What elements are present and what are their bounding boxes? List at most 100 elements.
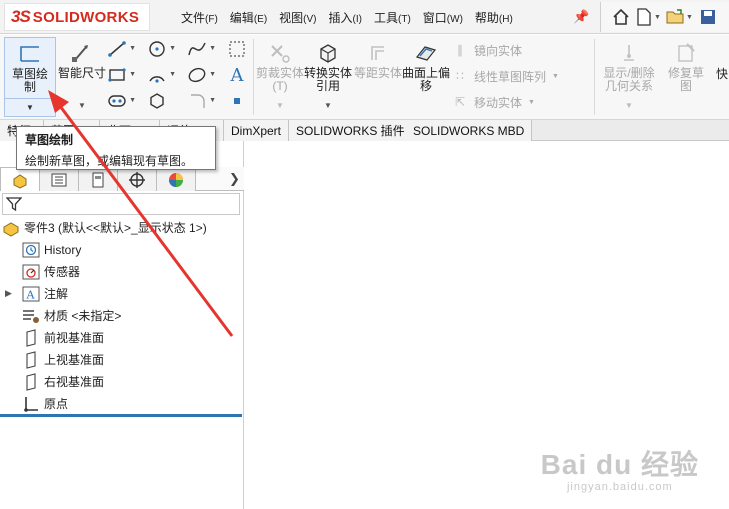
trim-dropdown-icon[interactable]: ▼ bbox=[276, 101, 284, 110]
tree-item-label: 注解 bbox=[44, 287, 69, 301]
offset-entities-button[interactable]: 等距实体 bbox=[352, 37, 404, 117]
menu-edit[interactable]: 编辑(E) bbox=[224, 9, 273, 26]
tree-item-label: 传感器 bbox=[44, 265, 81, 279]
tree-item-annotations[interactable]: A 注解 bbox=[22, 283, 68, 304]
offset-on-surface-icon bbox=[411, 41, 441, 65]
linear-pattern-dropdown-icon[interactable]: ▼ bbox=[552, 73, 559, 80]
relations-dropdown-icon[interactable]: ▼ bbox=[625, 101, 633, 110]
filter-icon bbox=[6, 197, 22, 212]
pin-menu-icon[interactable]: 📌 bbox=[573, 9, 589, 25]
text-icon[interactable]: A bbox=[226, 65, 248, 86]
panel-tabs: ❯ bbox=[0, 167, 244, 191]
feature-manager-panel: ❯ 零件3 (默认<<默认>_显示状态 1>) History 传感器 ▶ A … bbox=[0, 141, 244, 509]
material-icon bbox=[22, 307, 40, 325]
origin-icon bbox=[22, 395, 40, 413]
plane-icon bbox=[22, 350, 40, 369]
linear-pattern-button[interactable]: ∷ 线性草图阵列 ▼ bbox=[452, 65, 559, 87]
linear-pattern-label: 线性草图阵列 bbox=[474, 69, 547, 84]
quick-access-toolbar: ▼ ▼ bbox=[600, 2, 729, 32]
sketch-icon bbox=[15, 42, 45, 66]
home-icon[interactable] bbox=[611, 7, 631, 27]
fillet-icon[interactable]: ▼ bbox=[186, 91, 216, 111]
point-icon[interactable] bbox=[226, 91, 248, 111]
convert-entities-icon bbox=[313, 41, 343, 65]
menu-tools[interactable]: 工具(T) bbox=[368, 9, 417, 26]
panel-divider[interactable] bbox=[0, 414, 242, 417]
construction-geometry-icon[interactable] bbox=[226, 39, 248, 59]
tree-item-label: History bbox=[44, 242, 82, 257]
move-entities-button[interactable]: ⇱ 移动实体 ▼ bbox=[452, 91, 535, 113]
open-folder-icon[interactable] bbox=[666, 7, 686, 27]
rectangle-icon[interactable]: ▼ bbox=[106, 65, 136, 85]
watermark-logo: Bai du 经验 bbox=[540, 449, 699, 480]
logo-text: SOLIDWORKS bbox=[32, 8, 140, 26]
tree-item-front-plane[interactable]: 前视基准面 bbox=[22, 327, 104, 348]
tree-item-material[interactable]: 材质 <未指定> bbox=[22, 305, 121, 326]
menu-window[interactable]: 窗口(W) bbox=[417, 9, 469, 26]
tooltip-title: 草图绘制 bbox=[25, 133, 74, 147]
tab-solidworks-mbd[interactable]: SOLIDWORKS MBD bbox=[406, 120, 533, 141]
configuration-manager-tab[interactable] bbox=[78, 167, 118, 191]
tab-solidworks-addins[interactable]: SOLIDWORKS 插件 bbox=[289, 120, 413, 141]
sensor-icon bbox=[22, 263, 40, 281]
slot-icon[interactable]: ▼ bbox=[106, 91, 136, 111]
menu-insert[interactable]: 插入(I) bbox=[323, 9, 368, 26]
tree-item-history[interactable]: History bbox=[22, 239, 81, 260]
offset-entities-icon bbox=[363, 41, 393, 65]
move-dropdown-icon[interactable]: ▼ bbox=[528, 99, 535, 106]
quick-snaps-button[interactable]: 快 bbox=[716, 65, 728, 82]
tree-item-sensors[interactable]: 传感器 bbox=[22, 261, 80, 282]
tree-item-top-plane[interactable]: 上视基准面 bbox=[22, 349, 104, 370]
menu-file[interactable]: 文件(F) bbox=[175, 9, 224, 26]
polygon-icon[interactable] bbox=[146, 91, 168, 111]
plane-icon bbox=[22, 328, 40, 347]
tree-item-right-plane[interactable]: 右视基准面 bbox=[22, 371, 104, 392]
tab-dimxpert[interactable]: DimXpert bbox=[224, 120, 290, 141]
sketch-button[interactable]: 草图绘制 ▼ bbox=[4, 37, 56, 117]
color-wheel-icon bbox=[169, 172, 183, 187]
ellipse-icon[interactable]: ▼ bbox=[186, 65, 216, 85]
title-bar: 3S SOLIDWORKS 文件(F) 编辑(E) 视图(V) 插入(I) 工具… bbox=[0, 0, 729, 34]
mirror-entities-button[interactable]: ∥ 镜向实体 bbox=[452, 39, 522, 61]
expand-annotations-icon[interactable]: ▶ bbox=[5, 288, 12, 299]
menu-bar: 文件(F) 编辑(E) 视图(V) 插入(I) 工具(T) 窗口(W) 帮助(H… bbox=[175, 9, 519, 26]
tooltip-description: 绘制新草图，或编辑现有草图。 bbox=[25, 154, 194, 168]
tree-filter-bar[interactable] bbox=[2, 193, 240, 215]
repair-sketch-button[interactable]: 修复草图 bbox=[661, 37, 711, 117]
dimxpert-manager-tab[interactable] bbox=[117, 167, 157, 191]
save-icon[interactable] bbox=[698, 7, 718, 27]
menu-help[interactable]: 帮助(H) bbox=[469, 9, 519, 26]
configuration-icon bbox=[92, 172, 104, 187]
sketch-dropdown-icon[interactable]: ▼ bbox=[5, 98, 55, 116]
offset-on-surface-button[interactable]: 曲面上偏移 bbox=[400, 37, 452, 117]
display-manager-tab[interactable] bbox=[156, 167, 196, 191]
convert-entities-label: 转换实体引用 bbox=[304, 66, 353, 93]
property-list-icon bbox=[51, 173, 67, 186]
circle-icon[interactable]: ▼ bbox=[146, 39, 176, 59]
convert-dropdown-icon[interactable]: ▼ bbox=[324, 101, 332, 110]
trim-icon bbox=[265, 41, 295, 65]
arc-icon[interactable]: ▼ bbox=[146, 65, 176, 85]
spline-icon[interactable]: ▼ bbox=[186, 39, 216, 59]
new-document-icon[interactable] bbox=[634, 7, 654, 27]
feature-tree-icon bbox=[13, 173, 27, 189]
new-dropdown-icon[interactable]: ▼ bbox=[654, 14, 661, 21]
move-icon: ⇱ bbox=[454, 95, 466, 109]
tree-item-label: 材质 <未指定> bbox=[44, 309, 122, 323]
smart-dimension-label: 智能尺寸 bbox=[58, 66, 107, 80]
panel-scroll-right-icon[interactable]: ❯ bbox=[229, 171, 240, 187]
trim-label: 剪裁实体(T) bbox=[256, 66, 305, 93]
open-dropdown-icon[interactable]: ▼ bbox=[686, 14, 693, 21]
feature-manager-tab[interactable] bbox=[0, 167, 40, 191]
mirror-icon: ∥ bbox=[457, 43, 463, 57]
repair-sketch-icon bbox=[671, 41, 701, 65]
smart-dimension-dropdown-icon[interactable]: ▼ bbox=[78, 101, 86, 110]
solidworks-logo[interactable]: 3S SOLIDWORKS bbox=[4, 3, 150, 31]
property-manager-tab[interactable] bbox=[39, 167, 79, 191]
tree-item-origin[interactable]: 原点 bbox=[22, 393, 68, 414]
menu-view[interactable]: 视图(V) bbox=[273, 9, 322, 26]
tree-root-part[interactable]: 零件3 (默认<<默认>_显示状态 1>) bbox=[2, 217, 207, 238]
crosshair-icon bbox=[129, 171, 145, 188]
line-icon[interactable]: ▼ bbox=[106, 39, 136, 59]
ribbon-separator bbox=[594, 39, 595, 115]
